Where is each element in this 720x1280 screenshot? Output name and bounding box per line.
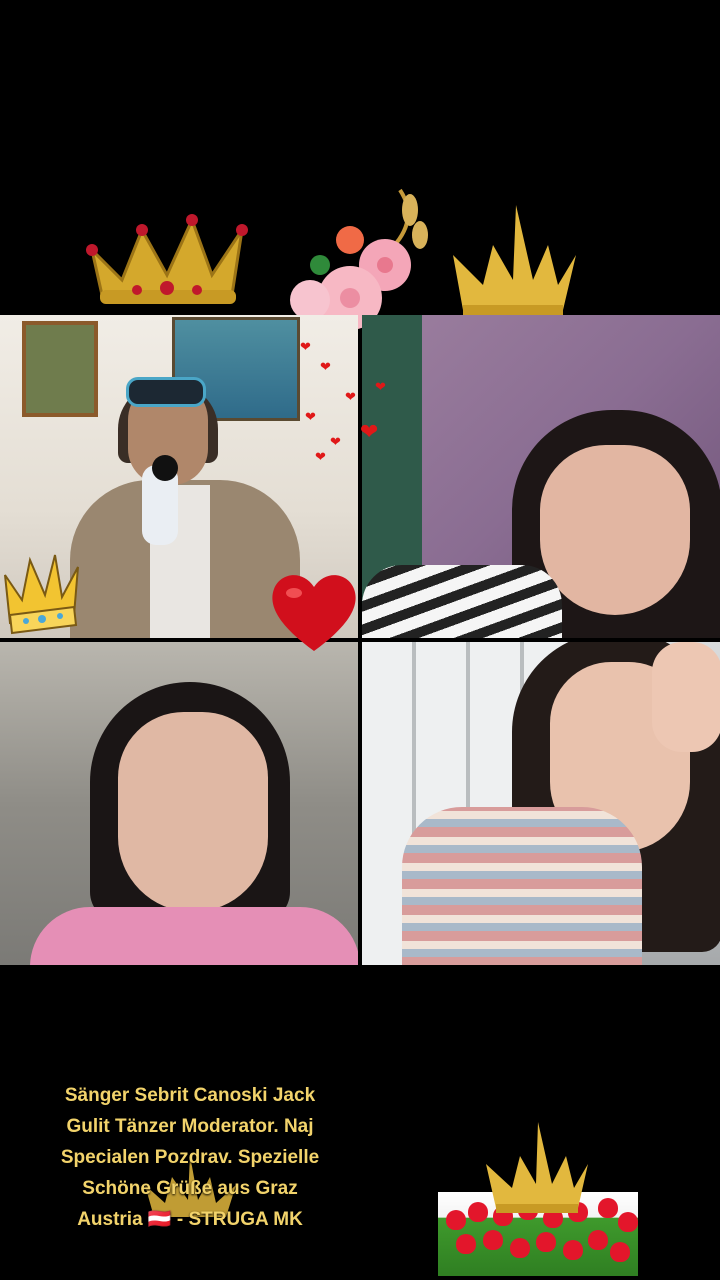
big-red-heart-icon [268,565,360,657]
diamond-crown-icon [0,545,85,635]
tulip-icon [563,1240,583,1260]
woman-face [540,445,690,615]
tulip-icon [446,1210,466,1230]
heart-icon: ❤ [305,410,316,425]
tulip-icon [510,1238,530,1258]
video-tile-woman-pink-jacket[interactable] [0,642,358,965]
tulip-icon [588,1230,608,1250]
heart-icon: ❤ [315,450,326,465]
sunglasses [126,377,206,407]
tulip-icon [536,1232,556,1252]
heart-icon: ❤ [330,435,341,450]
heart-icon: ❤ [345,390,356,405]
heart-icon: ❤ [360,420,379,445]
gold-crown-decoration [448,205,578,320]
tulip-icon [483,1230,503,1250]
striped-top [402,807,642,965]
hand [652,642,720,752]
heart-icon: ❤ [375,380,386,395]
caption-text: Sänger Sebrit Canoski Jack Gulit Tänzer … [60,1085,320,1230]
video-tile-woman-striped-shirt[interactable] [362,642,720,965]
video-tile-woman-resting-cheek[interactable] [362,315,720,638]
heart-icon: ❤ [320,360,331,375]
tulip-icon [598,1198,618,1218]
tulip-icon [456,1234,476,1254]
floating-hearts-icon: ❤ ❤ ❤ ❤ ❤ ❤ ❤ ❤ [300,340,386,465]
pink-jacket [30,907,358,965]
striped-shirt [362,565,562,638]
tulip-icon [610,1242,630,1262]
gold-crown-bottom-icon [482,1122,592,1217]
microphone-head [152,455,178,481]
tulip-icon [618,1212,638,1232]
wall-painting-left [22,321,98,417]
ruby-crown-decoration [82,210,252,310]
woman-face [118,712,268,912]
